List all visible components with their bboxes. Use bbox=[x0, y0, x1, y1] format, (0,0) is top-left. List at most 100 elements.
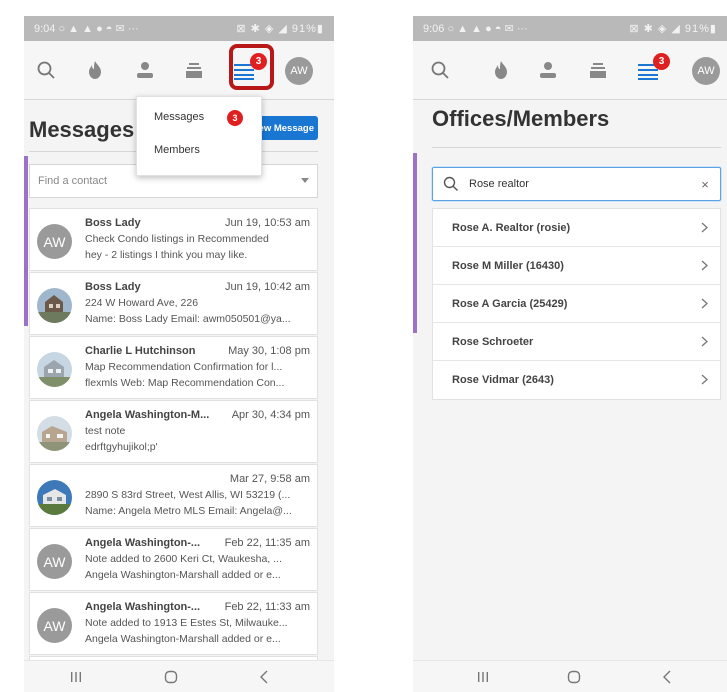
chevron-right-icon bbox=[701, 298, 708, 309]
android-nav-bar bbox=[413, 660, 727, 692]
result-item-label: Rose A. Realtor (rosie) bbox=[452, 221, 571, 234]
sender-name: Charlie L Hutchinson bbox=[85, 345, 196, 357]
flame-icon[interactable] bbox=[73, 41, 117, 99]
chevron-right-icon bbox=[701, 222, 708, 233]
clear-search-button[interactable]: × bbox=[698, 176, 712, 192]
chevron-down-icon bbox=[301, 178, 309, 183]
search-icon[interactable] bbox=[24, 41, 68, 99]
house-photo-avatar bbox=[37, 352, 72, 387]
flame-icon[interactable] bbox=[479, 41, 523, 99]
message-row[interactable]: Mar 27, 9:58 am 2890 S 83rd Street, West… bbox=[29, 464, 318, 527]
menu-highlight-box bbox=[229, 44, 274, 90]
message-subject: Note added to 1913 E Estes St, Milwauke.… bbox=[85, 617, 288, 629]
result-item-label: Rose M Miller (16430) bbox=[452, 259, 564, 272]
message-row[interactable]: Charlie L Hutchinson May 30, 1:08 pm Map… bbox=[29, 336, 318, 399]
back-icon[interactable] bbox=[647, 661, 687, 692]
title-divider bbox=[432, 147, 721, 148]
message-date: Jun 19, 10:53 am bbox=[224, 217, 310, 229]
result-item[interactable]: Rose M Miller (16430) bbox=[433, 247, 720, 285]
status-time: 9:06 ○ ▲ ▲ ● ◓ ✉ ··· bbox=[423, 23, 528, 35]
message-date: May 30, 1:08 pm bbox=[228, 345, 310, 357]
message-preview: Angela Washington-Marshall added or e... bbox=[85, 633, 281, 645]
message-preview: Name: Angela Metro MLS Email: Angela@... bbox=[85, 505, 292, 517]
search-results-list: Rose A. Realtor (rosie) Rose M Miller (1… bbox=[432, 208, 721, 400]
message-row[interactable]: Boss Lady Jun 19, 10:42 am 224 W Howard … bbox=[29, 272, 318, 335]
status-bar: 9:04 ○ ▲ ▲ ● ◓ ✉ ··· ⊠ ✱ ◈ ◢ 91%▮ bbox=[24, 16, 334, 41]
home-icon[interactable] bbox=[151, 661, 191, 692]
listings-stack-icon[interactable] bbox=[576, 41, 620, 99]
message-date: Apr 30, 4:34 pm bbox=[231, 409, 310, 421]
search-icon[interactable] bbox=[418, 41, 462, 99]
sender-name: Angela Washington-M... bbox=[85, 409, 210, 421]
message-preview: hey - 2 listings I think you may like. bbox=[85, 249, 248, 261]
search-icon bbox=[443, 176, 458, 191]
page-title: Messages bbox=[29, 117, 135, 142]
sender-name: Angela Washington-... bbox=[85, 537, 201, 549]
user-avatar[interactable]: AW bbox=[692, 57, 720, 85]
message-subject: 2890 S 83rd Street, West Allis, WI 53219… bbox=[85, 489, 291, 501]
result-item[interactable]: Rose A Garcia (25429) bbox=[433, 285, 720, 323]
nav-dropdown-menu: Messages 3 Members bbox=[136, 96, 262, 176]
menu-notification-badge: 3 bbox=[653, 53, 670, 70]
house-photo-avatar bbox=[37, 288, 72, 323]
status-icons: ⊠ ✱ ◈ ◢ 91%▮ bbox=[236, 23, 324, 35]
message-preview: Angela Washington-Marshall added or e... bbox=[85, 569, 281, 581]
member-search-input[interactable] bbox=[469, 175, 679, 193]
nav-divider bbox=[413, 99, 727, 100]
result-item[interactable]: Rose Schroeter bbox=[433, 323, 720, 361]
top-nav-bar: 3 AW bbox=[413, 41, 727, 99]
listings-stack-icon[interactable] bbox=[172, 41, 216, 99]
phone-screen-messages: 9:04 ○ ▲ ▲ ● ◓ ✉ ··· ⊠ ✱ ◈ ◢ 91%▮ 3 AW M… bbox=[24, 16, 334, 692]
result-item-label: Rose Vidmar (2643) bbox=[452, 374, 554, 386]
side-accent-bar bbox=[24, 156, 28, 326]
person-icon[interactable] bbox=[526, 41, 570, 99]
message-date: Feb 22, 11:33 am bbox=[224, 601, 310, 613]
message-date: Feb 22, 11:35 am bbox=[224, 537, 310, 549]
user-avatar[interactable]: AW bbox=[285, 57, 313, 85]
hamburger-menu-icon[interactable] bbox=[626, 41, 670, 99]
phone-screen-offices-members: 9:06 ○ ▲ ▲ ● ◓ ✉ ··· ⊠ ✱ ◈ ◢ 91%▮ 3 AW O… bbox=[413, 16, 727, 692]
message-subject: 224 W Howard Ave, 226 bbox=[85, 297, 199, 309]
sender-name: Boss Lady bbox=[85, 281, 141, 293]
chevron-right-icon bbox=[701, 374, 708, 385]
new-message-button[interactable]: New Message bbox=[260, 116, 318, 140]
message-row[interactable]: AW Boss Lady Jun 19, 10:53 am Check Cond… bbox=[29, 208, 318, 271]
sender-name: Boss Lady bbox=[85, 217, 141, 229]
message-preview: flexmls Web: Map Recommendation Con... bbox=[85, 377, 285, 389]
top-nav-bar: 3 AW bbox=[24, 41, 334, 99]
recent-apps-icon[interactable] bbox=[56, 661, 96, 692]
message-date: Jun 19, 10:42 am bbox=[224, 281, 310, 293]
dropdown-item-members[interactable]: Members bbox=[154, 144, 200, 156]
message-subject: Note added to 2600 Keri Ct, Waukesha, ..… bbox=[85, 553, 282, 565]
sender-name: Angela Washington-... bbox=[85, 601, 201, 613]
result-item-label: Rose Schroeter bbox=[452, 335, 534, 348]
side-accent-bar bbox=[413, 153, 417, 333]
page-title: Offices/Members bbox=[432, 106, 610, 131]
member-search-box: × bbox=[432, 167, 721, 201]
find-contact-placeholder: Find a contact bbox=[38, 175, 108, 187]
person-icon[interactable] bbox=[123, 41, 167, 99]
status-icons: ⊠ ✱ ◈ ◢ 91%▮ bbox=[629, 23, 717, 35]
message-preview: Name: Boss Lady Email: awm050501@ya... bbox=[85, 313, 291, 325]
chevron-right-icon bbox=[701, 260, 708, 271]
sender-avatar: AW bbox=[37, 224, 72, 259]
recent-apps-icon[interactable] bbox=[463, 661, 503, 692]
dropdown-item-messages[interactable]: Messages bbox=[154, 111, 204, 123]
message-row[interactable]: AW Angela Washington-... Feb 22, 11:35 a… bbox=[29, 528, 318, 591]
message-row[interactable]: AW Angela Washington-... Feb 22, 11:33 a… bbox=[29, 592, 318, 655]
result-item[interactable]: Rose Vidmar (2643) bbox=[433, 361, 720, 399]
message-row[interactable]: Angela Washington-M... Apr 30, 4:34 pm t… bbox=[29, 400, 318, 463]
house-photo-avatar bbox=[37, 480, 72, 515]
result-item[interactable]: Rose A. Realtor (rosie) bbox=[433, 209, 720, 247]
message-preview: edrftgyhujikol;p' bbox=[85, 441, 158, 453]
message-subject: Map Recommendation Confirmation for l... bbox=[85, 361, 283, 373]
android-nav-bar bbox=[24, 660, 334, 692]
result-item-label: Rose A Garcia (25429) bbox=[452, 297, 568, 310]
status-bar: 9:06 ○ ▲ ▲ ● ◓ ✉ ··· ⊠ ✱ ◈ ◢ 91%▮ bbox=[413, 16, 727, 41]
home-icon[interactable] bbox=[554, 661, 594, 692]
sender-avatar: AW bbox=[37, 608, 72, 643]
message-date: Mar 27, 9:58 am bbox=[229, 473, 310, 485]
back-icon[interactable] bbox=[244, 661, 284, 692]
sender-avatar: AW bbox=[37, 544, 72, 579]
status-time: 9:04 ○ ▲ ▲ ● ◓ ✉ ··· bbox=[34, 23, 139, 35]
